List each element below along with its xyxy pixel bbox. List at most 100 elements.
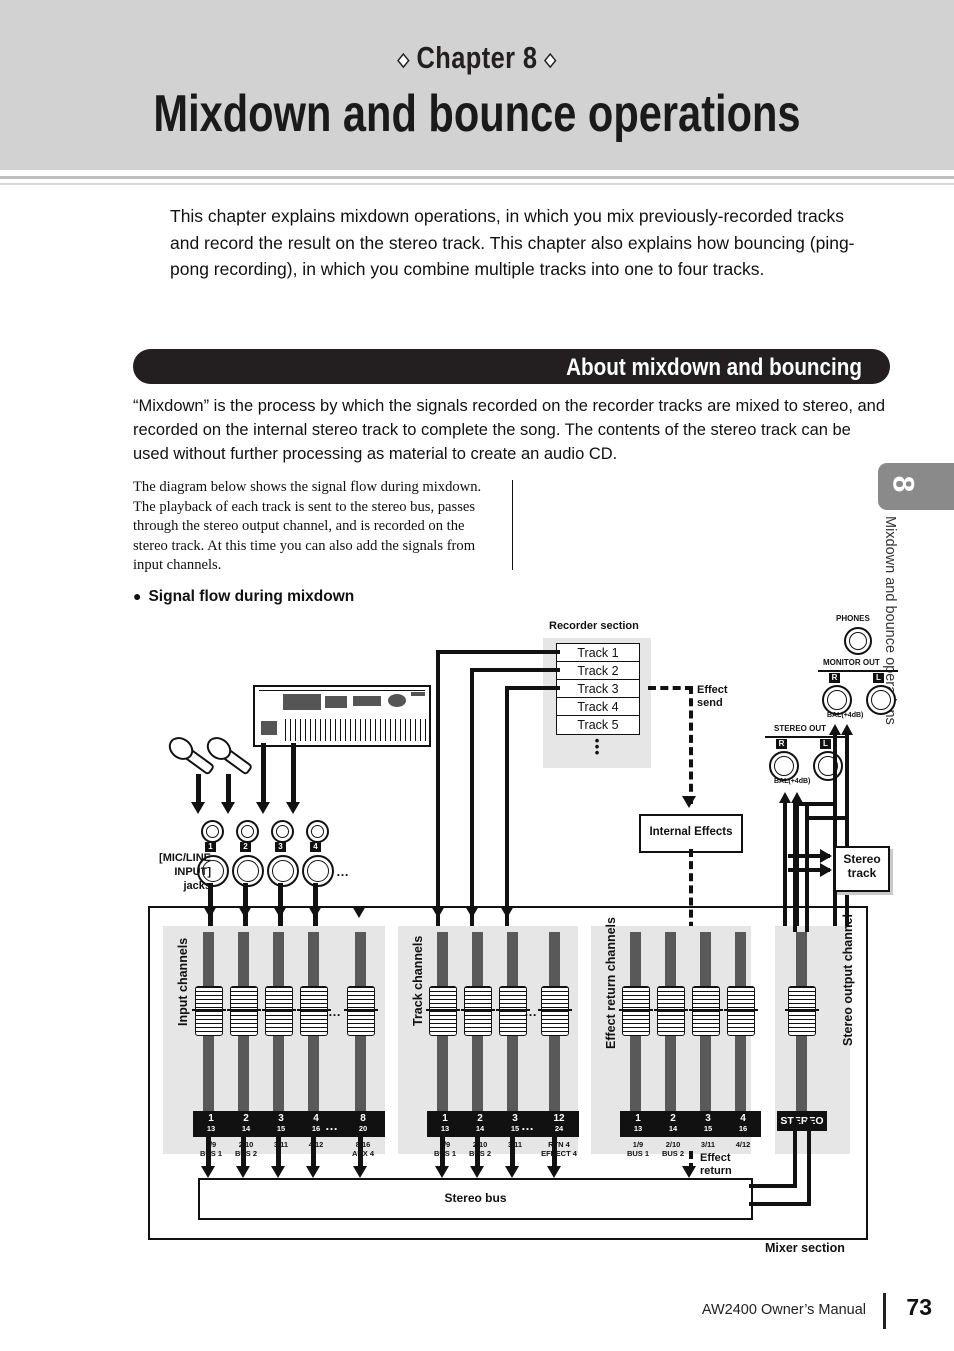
er-fader-cap-1[interactable] [619,986,653,1036]
effect-send-line-v [689,686,693,804]
mic-line-input-label: [MIC/LINE INPUT] jacks [133,851,211,893]
input-fader-ellipsis: … [328,1004,343,1019]
page-number: 73 [906,1294,932,1320]
signal-flow-diagram: Recorder section Track 1 Track 2 Track 3… [0,606,954,1286]
bus-to-stereo-v2 [807,1126,811,1206]
track-ch-2-u2: BUS 2 [468,1149,492,1158]
stereo-track-line2: track [847,866,877,880]
monitor-out-r-jack [822,685,852,715]
note-paragraph: The diagram below shows the signal flow … [133,479,482,573]
input-ch-3: 3 15 [263,1111,299,1137]
recorder-section-label: Recorder section [549,620,639,632]
input-ch-8-under: 8/16 AUX 4 [340,1140,386,1158]
mic-line-input-label-line3: jacks [183,880,211,892]
track-ch-2-top: 2 [477,1113,483,1124]
stereo-out-branch-2 [805,816,849,820]
track-continuation-dots: • • • [594,733,600,760]
monitor-out-l-jack [866,685,896,715]
stereo-track-arrow-2-icon [820,863,832,877]
footer-divider [883,1293,886,1329]
stereo-track-line1: Stereo [843,852,881,866]
bus-to-stereo-v1 [793,1126,797,1188]
chapter-label: Chapter 8 [416,40,538,75]
note-column-divider [512,480,513,570]
er-ch-3-under: 3/11 [688,1140,728,1149]
input-jack-trs-4 [306,820,329,843]
er-ch-2-bottom: 14 [668,1124,678,1133]
input-jack-number-4: 4 [310,842,321,852]
input-jack-xlr-2 [232,855,264,887]
input-ch-3-top: 3 [278,1113,284,1124]
input-ch-1-top: 1 [208,1113,214,1124]
track-ch-12-u2: EFEECT 4 [541,1149,577,1158]
keyboard-2-arrow-icon [286,802,300,814]
input-jack-xlr-3 [267,855,299,887]
er-ch-1-under: 1/9 BUS 1 [618,1140,658,1158]
track-ch-2-u1: 2/10 [460,1140,500,1149]
stereo-bus-box: Stereo bus [198,1178,753,1220]
er-fader-cap-2[interactable] [654,986,688,1036]
er-ch-3-bottom: 15 [703,1124,713,1133]
track1-feed-drop [436,650,440,950]
track-ch-2-under: 2/10 BUS 2 [460,1140,500,1158]
keyboard-1-arrow-icon [256,802,270,814]
mixer-section-label: Mixer section [765,1241,845,1255]
track-fader-cap-2[interactable] [461,986,495,1036]
input-fader-cap-2[interactable] [227,986,261,1036]
bullet-icon: ● [133,588,142,604]
er-fader-cap-4[interactable] [724,986,758,1036]
track-channels-label: Track channels [411,935,425,1026]
input-ch-1-bottom: 13 [206,1124,216,1133]
er-ch-3-u1: 3/11 [700,1140,716,1149]
stereo-track-box: Stereo track [834,846,890,892]
track-fader-cap-3[interactable] [496,986,530,1036]
track2-feed-line [470,668,560,672]
track-ch-12: 12 24 [539,1111,579,1137]
er-ch-2-top: 2 [670,1113,676,1124]
er-fader-cap-3[interactable] [689,986,723,1036]
input-ch-2-u1: 2/10 [226,1140,266,1149]
input-ch-2-top: 2 [243,1113,249,1124]
input-ch-8-top: 8 [360,1113,366,1124]
bus-to-stereo-arrow2-icon [803,1116,815,1127]
track-row: Track 1 [556,643,640,663]
input-ch-3-u1: 3/11 [273,1140,289,1149]
bus-arrow-t1-icon [435,1166,449,1178]
er-ch-1-u2: BUS 1 [626,1149,650,1158]
er-ch-1-bottom: 13 [633,1124,643,1133]
monitor-arrow-r-icon [829,724,841,735]
er-ch-4-under: 4/12 [723,1140,763,1149]
mic-line-input-label-line1: [MIC/LINE [159,852,211,864]
input-jack-trs-2 [236,820,259,843]
er-ch-2-under: 2/10 BUS 2 [653,1140,693,1158]
track-fader-cap-12[interactable] [538,986,572,1036]
input-fader-cap-4[interactable] [297,986,331,1036]
input-fader-cap-5[interactable] [344,986,378,1036]
bus-arrow-i3-icon [271,1166,285,1178]
keyboard-cable-1 [261,743,266,809]
input-fader-cap-3[interactable] [262,986,296,1036]
input-ch-8-u2: AUX 4 [351,1149,375,1158]
track-ch-1: 1 13 [427,1111,463,1137]
track-ch-2-bottom: 14 [475,1124,485,1133]
effect-send-line-h [648,686,693,690]
input-jack-number-3: 3 [275,842,286,852]
keyboard-instrument [253,685,431,747]
track-ch-2: 2 14 [462,1111,498,1137]
bus-to-stereo-h1 [749,1184,797,1188]
subheading-label: Signal flow during mixdown [148,588,355,605]
stereo-out-r-badge: R [776,739,787,749]
track-ch-3-u1: 3/11 [507,1140,523,1149]
stereo-out-l-jack [813,751,843,781]
monitor-arrow-l-icon [841,724,853,735]
mic-line-input-label-line2: INPUT] [174,866,211,878]
phones-label: PHONES [836,614,870,623]
track-fader-cap-1[interactable] [426,986,460,1036]
bus-arrow-i2-icon [236,1166,250,1178]
track-ch-1-u2: BUS 1 [433,1149,457,1158]
track-ch-1-bottom: 13 [440,1124,450,1133]
input-ch-2: 2 14 [228,1111,264,1137]
track-ch-3-under: 3/11 [495,1140,535,1149]
input-fader-cap-1[interactable] [192,986,226,1036]
stereo-fader-cap[interactable] [785,986,819,1036]
